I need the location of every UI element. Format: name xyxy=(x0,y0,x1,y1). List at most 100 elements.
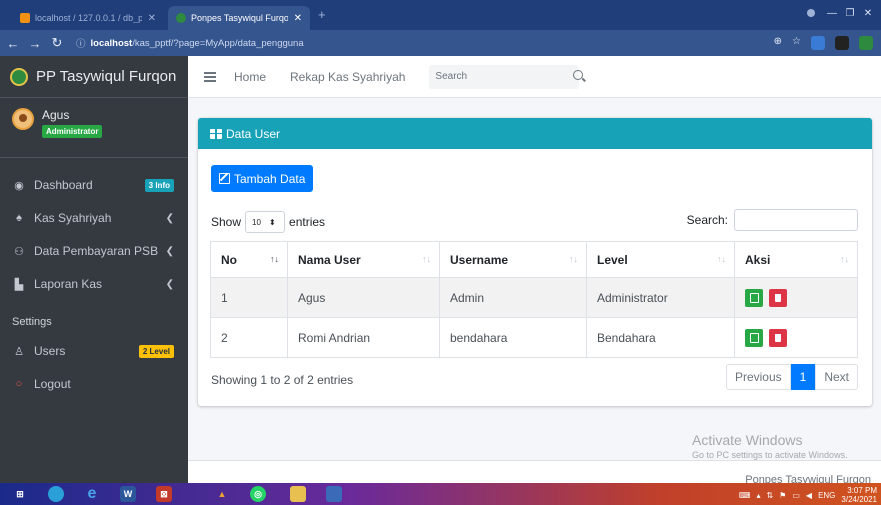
column-header-level[interactable]: Level ↑↓ xyxy=(586,241,735,278)
extension-icon[interactable] xyxy=(835,36,849,50)
info-icon[interactable]: ⓘ xyxy=(76,36,86,50)
internet-explorer-icon[interactable]: e xyxy=(84,485,100,502)
entries-label: entries xyxy=(289,215,326,229)
extension-icon[interactable] xyxy=(811,36,825,50)
back-icon[interactable]: ← xyxy=(4,36,22,51)
show-label: Show xyxy=(211,215,242,229)
chrome-active-icon[interactable] xyxy=(326,486,342,502)
browser-tab-bar: localhost / 127.0.0.1 / db_pptf | ... ✕ … xyxy=(0,0,881,30)
column-label: Aksi xyxy=(745,252,771,267)
sort-icon: ↑↓ xyxy=(840,254,849,264)
cell-nama-user: Agus xyxy=(287,277,440,318)
flag-icon[interactable]: ⚑ xyxy=(779,491,786,500)
extension-icon[interactable] xyxy=(859,36,873,50)
new-tab-icon[interactable]: + xyxy=(318,7,326,22)
table-icon xyxy=(210,128,222,139)
cell-username: Admin xyxy=(439,277,587,318)
file-explorer-icon[interactable] xyxy=(290,486,306,502)
add-data-button[interactable]: Tambah Data xyxy=(211,165,314,192)
sidebar-item-laporan-kas[interactable]: ▙ Laporan Kas ❮ xyxy=(0,269,188,299)
close-tab-icon[interactable]: ✕ xyxy=(148,13,156,24)
logout-icon: ○ xyxy=(15,378,23,390)
entries-select[interactable]: 10 ⬍ xyxy=(245,211,286,233)
previous-page-button[interactable]: Previous xyxy=(725,364,791,390)
users-table: No ↑↓ Nama User ↑↓ Username ↑↓ Level ↑↓ Aksi… xyxy=(210,241,858,358)
edit-button[interactable] xyxy=(745,288,763,307)
add-data-label: Tambah Data xyxy=(234,171,306,186)
phpmyadmin-favicon-icon xyxy=(20,13,30,23)
sort-icon: ↑↓ xyxy=(422,254,431,264)
chrome-icon[interactable] xyxy=(48,486,64,502)
brand-name: PP Tasywiqul Furqon xyxy=(36,68,177,85)
close-window-icon[interactable]: ✕ xyxy=(861,6,875,20)
network-icon[interactable]: ⇅ xyxy=(766,491,773,500)
cell-level: Administrator xyxy=(586,277,735,318)
column-header-username[interactable]: Username ↑↓ xyxy=(439,241,587,278)
entries-value: 10 xyxy=(252,217,261,227)
url-field[interactable]: ⓘ localhost/kas_pptf/?page=MyApp/data_pe… xyxy=(76,36,304,51)
word-icon[interactable]: W xyxy=(120,486,136,502)
cell-aksi xyxy=(734,277,858,318)
search-icon[interactable] xyxy=(573,69,584,80)
next-page-button[interactable]: Next xyxy=(815,364,858,390)
profile-icon[interactable] xyxy=(807,9,815,17)
table-row: 2 Romi Andrian bendahara Bendahara xyxy=(210,317,858,358)
settings-header: Settings xyxy=(12,316,52,328)
delete-button[interactable] xyxy=(769,288,788,307)
column-header-nama-user[interactable]: Nama User ↑↓ xyxy=(287,241,440,278)
sort-icon: ↑↓ xyxy=(569,254,578,264)
minimize-icon[interactable]: — xyxy=(825,6,839,20)
user-name[interactable]: Agus xyxy=(42,108,102,122)
bookmark-star-icon[interactable]: ☆ xyxy=(792,36,801,50)
cell-no: 2 xyxy=(210,317,288,358)
column-header-aksi[interactable]: Aksi ↑↓ xyxy=(734,241,858,278)
cell-no: 1 xyxy=(210,277,288,318)
keyboard-icon[interactable]: ⌨ xyxy=(739,491,751,500)
column-label: Nama User xyxy=(298,252,361,267)
battery-icon[interactable]: ▭ xyxy=(792,491,800,500)
cell-aksi xyxy=(734,317,858,358)
xampp-icon[interactable]: ⊠ xyxy=(156,486,172,502)
nav-home-link[interactable]: Home xyxy=(234,70,266,84)
close-tab-icon[interactable]: ✕ xyxy=(294,13,302,24)
table-search-input[interactable] xyxy=(734,209,858,231)
table-search: Search: xyxy=(687,209,858,231)
windows-start-icon[interactable]: ⊞ xyxy=(12,486,28,502)
cell-level: Bendahara xyxy=(586,317,735,358)
edit-button[interactable] xyxy=(745,328,763,347)
whatsapp-icon[interactable]: ◎ xyxy=(250,486,266,502)
language-indicator[interactable]: ENG xyxy=(818,491,835,500)
chevron-left-icon: ❮ xyxy=(165,278,174,290)
sidebar-item-kas-syahriyah[interactable]: ♠ Kas Syahriyah ❮ xyxy=(0,203,188,233)
edit-icon xyxy=(219,173,230,184)
navbar-search-input[interactable]: Search xyxy=(429,64,584,89)
zoom-icon[interactable]: ⊕ xyxy=(774,36,782,50)
windows-taskbar: ⊞ e W ⊠ ▲ ◎ ⌨ ▴ ⇅ ⚑ ▭ ◀ ENG 3:07 PM 3/24… xyxy=(0,483,881,505)
nav-rekap-link[interactable]: Rekap Kas Syahriyah xyxy=(290,70,405,84)
page-1-button[interactable]: 1 xyxy=(790,364,816,390)
browser-tab-ponpes[interactable]: Ponpes Tasywiqul Furqon ✕ xyxy=(168,6,310,30)
volume-icon[interactable]: ◀ xyxy=(806,491,812,500)
browser-tab-phpmyadmin[interactable]: localhost / 127.0.0.1 / db_pptf | ... ✕ xyxy=(12,6,164,30)
top-navbar: Home Rekap Kas Syahriyah Search xyxy=(188,56,881,98)
sidebar-item-label: Data Pembayaran PSB xyxy=(34,244,159,258)
sidebar-item-data-pembayaran-psb[interactable]: ⚇ Data Pembayaran PSB ❮ xyxy=(0,236,188,266)
maximize-icon[interactable]: ❐ xyxy=(843,6,857,20)
menu-toggle-icon[interactable] xyxy=(204,71,216,82)
sidebar-item-users[interactable]: ♙ Users 2 Level xyxy=(0,336,188,366)
forward-icon[interactable]: → xyxy=(26,36,44,51)
column-header-no[interactable]: No ↑↓ xyxy=(210,241,288,278)
brand-link[interactable]: PP Tasywiqul Furqon xyxy=(0,56,188,98)
bell-icon: ♠ xyxy=(16,212,22,224)
sidebar-item-dashboard[interactable]: ◉ Dashboard 3 Info xyxy=(0,170,188,200)
reload-icon[interactable]: ↻ xyxy=(48,35,66,51)
sidebar-item-logout[interactable]: ○ Logout xyxy=(0,369,188,399)
watermark-line-2: Go to PC settings to activate Windows. xyxy=(692,450,848,460)
vlc-icon[interactable]: ▲ xyxy=(214,486,230,502)
clock[interactable]: 3:07 PM 3/24/2021 xyxy=(841,486,877,504)
chevron-up-icon[interactable]: ▴ xyxy=(756,491,760,500)
activate-windows-watermark: Activate Windows Go to PC settings to ac… xyxy=(692,432,848,460)
dashboard-icon: ◉ xyxy=(14,179,24,192)
url-path: /kas_pptf/?page=MyApp/data_pengguna xyxy=(132,37,304,49)
delete-button[interactable] xyxy=(769,328,788,347)
